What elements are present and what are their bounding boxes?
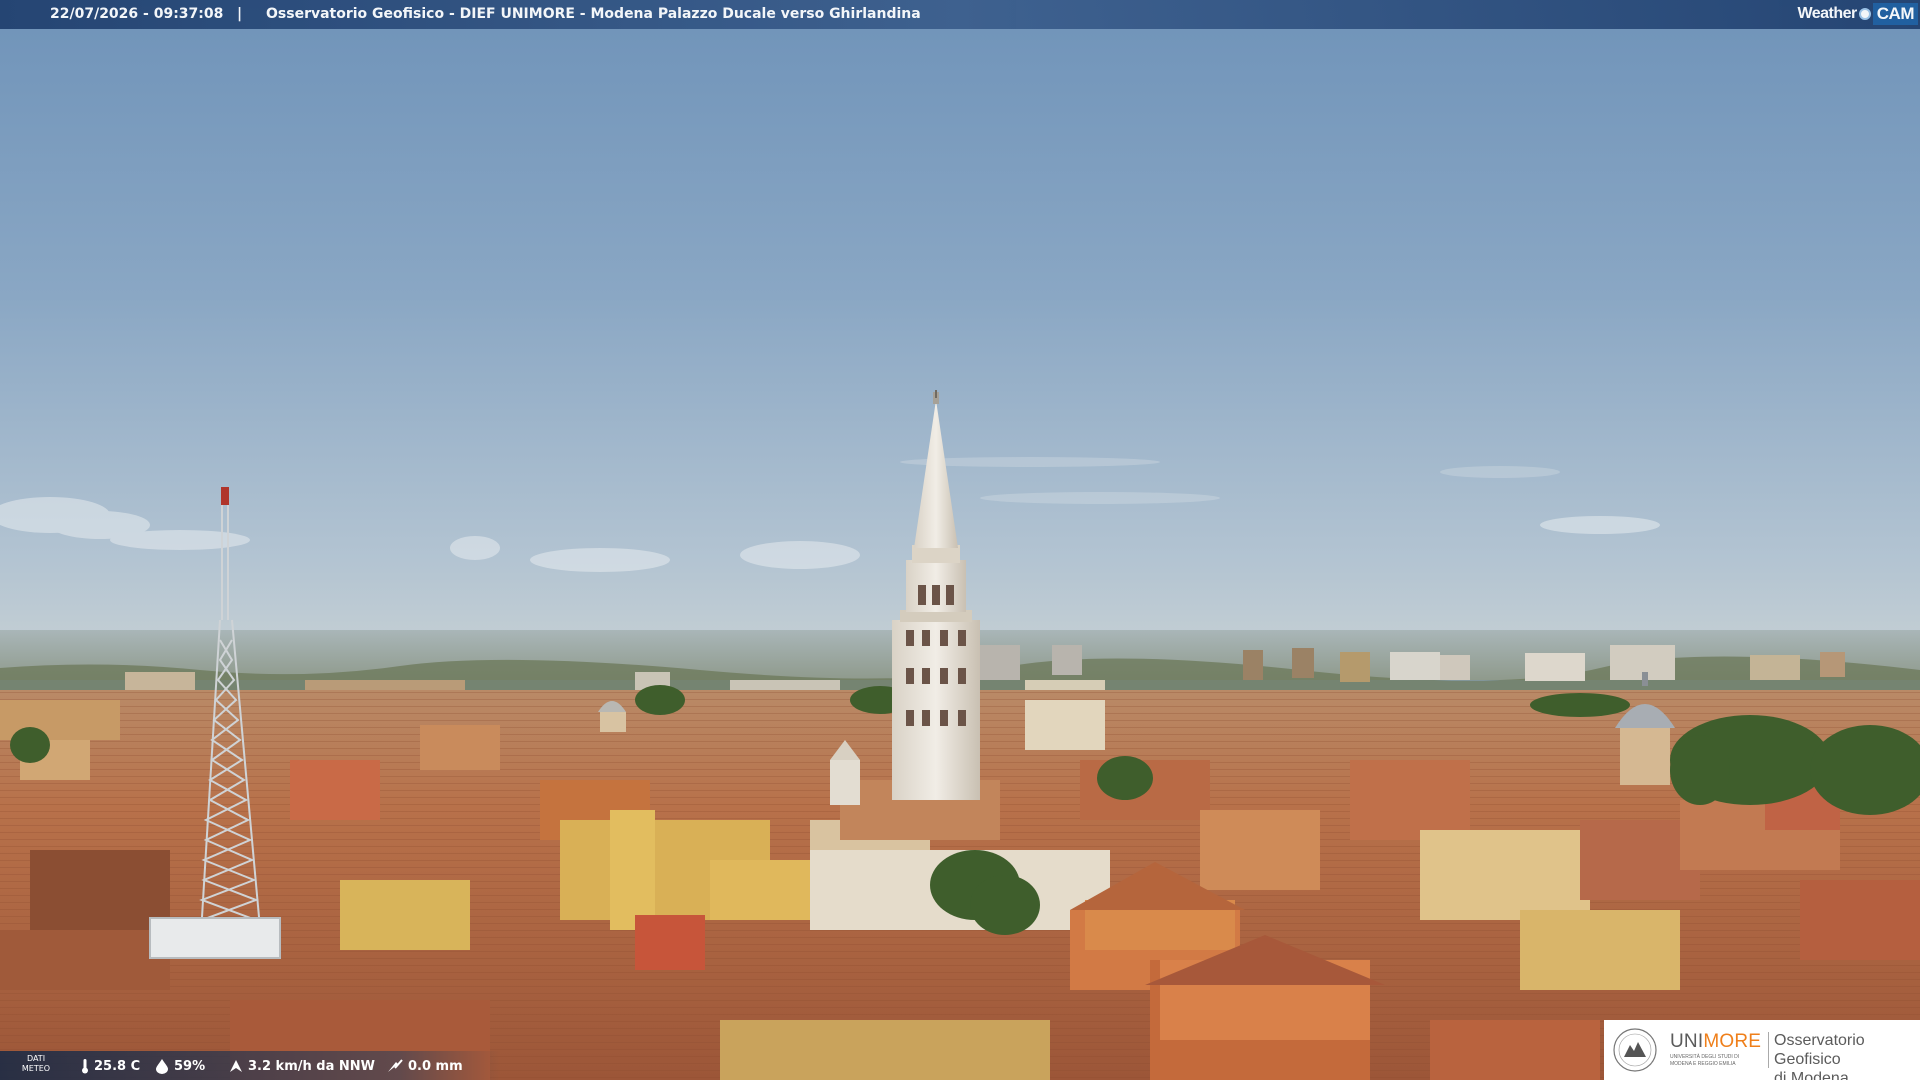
unimore-logo: UNIMORE UNIVERSITÀ DEGLI STUDI DI MODENA…	[1604, 1020, 1920, 1080]
thermometer-icon	[82, 1059, 88, 1074]
temperature-value: 25.8 C	[94, 1058, 141, 1074]
temperature-reading: 25.8 C	[80, 1058, 140, 1074]
unimore-wordmark: UNIMORE	[1670, 1031, 1761, 1053]
info-bar: 22/07/2026 - 09:37:08 | Osservatorio Geo…	[0, 0, 1920, 29]
observatory-name-line2: di Modena	[1774, 1070, 1849, 1080]
logo-divider	[1768, 1032, 1769, 1068]
weathercam-logo-word: Weather	[1797, 5, 1857, 22]
weather-label-line2: METEO	[21, 1064, 51, 1073]
rain-value: 0.0 mm	[408, 1058, 463, 1074]
unimore-seal-icon	[1613, 1028, 1657, 1072]
weathercam-logo: Weather CAM	[1797, 3, 1918, 25]
wind-reading: 3.2 km/h da NNW	[228, 1058, 375, 1074]
weathercam-logo-cam: CAM	[1872, 3, 1918, 25]
weather-label-line1: DATI	[26, 1054, 46, 1063]
webcam-view: 22/07/2026 - 09:37:08 | Osservatorio Geo…	[0, 0, 1920, 1080]
unimore-wordmark-more: MORE	[1703, 1031, 1762, 1052]
unimore-wordmark-uni: UNI	[1670, 1031, 1704, 1052]
rain-reading: 0.0 mm	[386, 1058, 463, 1074]
city-skyline-photo	[0, 0, 1920, 1080]
rain-icon	[388, 1059, 403, 1072]
weathercam-dot-icon	[1858, 8, 1871, 20]
wind-icon	[230, 1060, 242, 1072]
observatory-name-line1: Osservatorio Geofisico	[1774, 1032, 1865, 1068]
humidity-drop-icon	[156, 1059, 168, 1074]
wind-value: 3.2 km/h da NNW	[248, 1058, 375, 1074]
humidity-value: 59%	[174, 1058, 206, 1074]
observatory-name: Osservatorio Geofisico di Modena	[1774, 1031, 1920, 1080]
unimore-subtitle: UNIVERSITÀ DEGLI STUDI DI MODENA E REGGI…	[1670, 1054, 1740, 1067]
title-separator: |	[237, 6, 243, 22]
timestamp: 22/07/2026 - 09:37:08	[50, 6, 224, 22]
weather-readout: DATI METEO 25.8 C 59% 3.2 km/h da NNW 0.…	[0, 1051, 500, 1080]
weather-label: DATI METEO	[18, 1054, 54, 1074]
humidity-reading: 59%	[154, 1058, 205, 1074]
camera-title: Osservatorio Geofisico - DIEF UNIMORE - …	[266, 6, 921, 22]
